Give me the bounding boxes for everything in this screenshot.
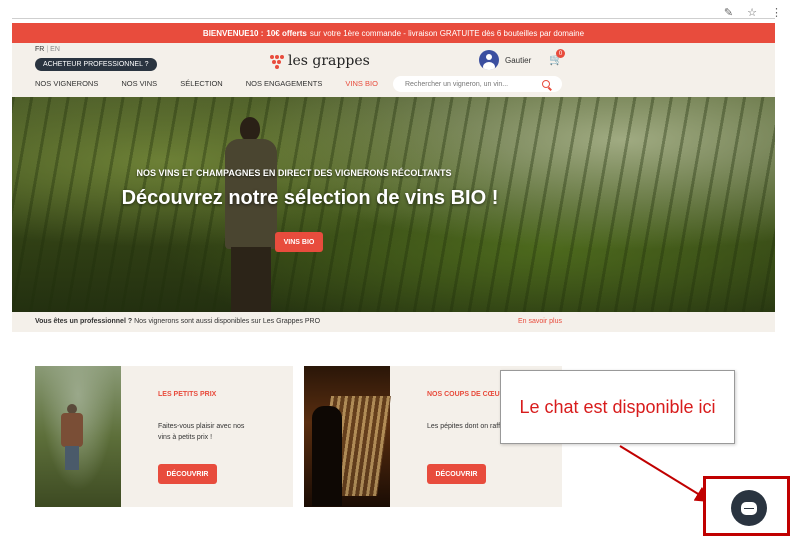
chat-button[interactable] bbox=[731, 490, 767, 526]
pro-info-bold: Vous êtes un professionnel ? bbox=[35, 318, 133, 325]
vins-bio-button[interactable]: VINS BIO bbox=[275, 232, 323, 252]
search-input[interactable]: Rechercher un vigneron, un vin... bbox=[393, 76, 562, 92]
nav-engagements[interactable]: NOS ENGAGEMENTS bbox=[246, 79, 323, 88]
avatar bbox=[479, 50, 499, 70]
card-image bbox=[35, 366, 121, 507]
cart-button[interactable]: 🛒 0 bbox=[549, 49, 565, 66]
language-switcher: FR | EN bbox=[35, 46, 60, 53]
hero-person-image bbox=[217, 117, 287, 312]
hero-banner: NOS VINS ET CHAMPAGNES EN DIRECT DES VIG… bbox=[12, 97, 775, 312]
user-account[interactable]: Gautier bbox=[479, 50, 531, 70]
search-icon[interactable] bbox=[542, 80, 550, 88]
divider bbox=[12, 18, 775, 19]
promo-offer: 10€ offerts bbox=[266, 28, 307, 38]
grape-logo-icon bbox=[270, 53, 284, 69]
nav-selection[interactable]: SÉLECTION bbox=[180, 79, 223, 88]
nav-vins[interactable]: NOS VINS bbox=[121, 79, 157, 88]
search-placeholder: Rechercher un vigneron, un vin... bbox=[405, 80, 509, 88]
card-text: Faites-vous plaisir avec nos vins à peti… bbox=[158, 423, 245, 441]
pro-buyer-button[interactable]: ACHETEUR PROFESSIONNEL ? bbox=[35, 58, 157, 71]
hero-subtitle: NOS VINS ET CHAMPAGNES EN DIRECT DES VIG… bbox=[136, 168, 452, 178]
discover-button[interactable]: DÉCOUVRIR bbox=[158, 464, 217, 484]
cart-count-badge: 0 bbox=[556, 49, 565, 58]
card-title: LES PETITS PRIX bbox=[158, 391, 217, 398]
lang-fr[interactable]: FR bbox=[35, 46, 44, 53]
promo-code: BIENVENUE10 : bbox=[202, 28, 264, 38]
card-image bbox=[304, 366, 392, 507]
main-nav: NOS VIGNERONS NOS VINS SÉLECTION NOS ENG… bbox=[35, 79, 378, 88]
card-title: NOS COUPS DE CŒUR bbox=[427, 391, 505, 398]
card-petits-prix: LES PETITS PRIX Faites-vous plaisir avec… bbox=[35, 366, 293, 507]
site-logo[interactable]: les grappes bbox=[270, 53, 370, 69]
lang-separator: | bbox=[46, 46, 49, 53]
promo-text: sur votre 1ère commande - livraison GRAT… bbox=[309, 28, 585, 38]
pro-info-text: Vous êtes un professionnel ? Nos vignero… bbox=[35, 318, 320, 325]
chat-highlight-frame bbox=[703, 476, 790, 536]
pro-info-bar: Vous êtes un professionnel ? Nos vignero… bbox=[12, 312, 775, 332]
promo-banner: BIENVENUE10 : 10€ offerts sur votre 1ère… bbox=[12, 23, 775, 43]
chat-bubble-icon bbox=[741, 501, 757, 515]
site-header: FR | EN ACHETEUR PROFESSIONNEL ? les grapp… bbox=[12, 43, 775, 97]
nav-vins-bio[interactable]: VINS BIO bbox=[345, 79, 378, 88]
logo-text: les grappes bbox=[288, 53, 370, 69]
user-name: Gautier bbox=[505, 55, 532, 65]
page: ✎ ☆ ⋮ BIENVENUE10 : 10€ offerts sur votr… bbox=[0, 0, 804, 547]
lang-en[interactable]: EN bbox=[50, 46, 60, 53]
annotation-callout: Le chat est disponible ici bbox=[500, 370, 735, 444]
nav-vignerons[interactable]: NOS VIGNERONS bbox=[35, 79, 98, 88]
pro-info-body: Nos vignerons sont aussi disponibles sur… bbox=[134, 318, 321, 325]
learn-more-link[interactable]: En savoir plus bbox=[518, 318, 562, 325]
discover-button[interactable]: DÉCOUVRIR bbox=[427, 464, 486, 484]
hero-title: Découvrez notre sélection de vins BIO ! bbox=[121, 187, 499, 209]
